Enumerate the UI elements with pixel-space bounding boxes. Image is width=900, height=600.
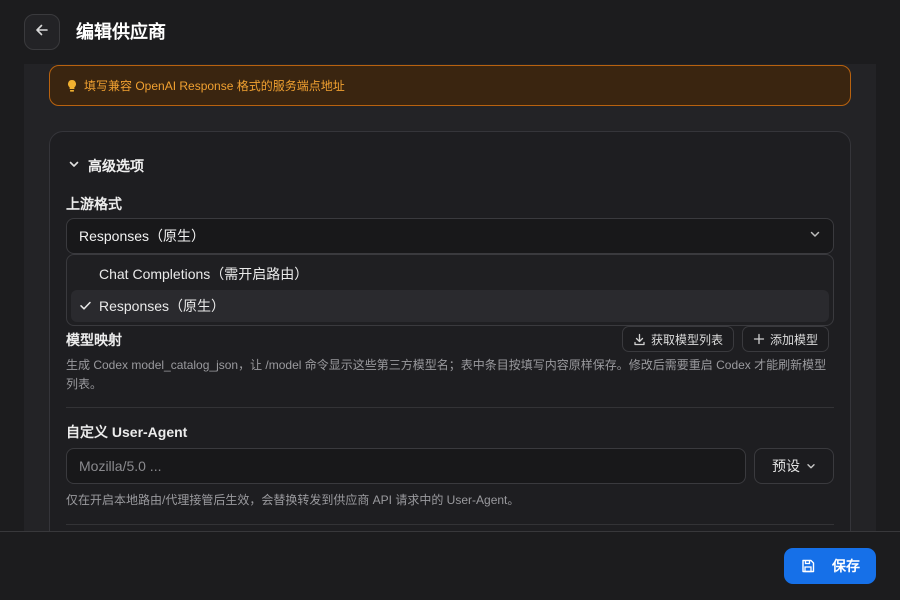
hint-text: 填写兼容 OpenAI Response 格式的服务端点地址 [84, 79, 345, 93]
download-icon [633, 333, 646, 346]
option-responses[interactable]: Responses（原生） [71, 290, 829, 322]
chevron-down-icon [68, 157, 80, 175]
user-agent-input[interactable] [66, 448, 746, 484]
add-model-label: 添加模型 [770, 332, 819, 347]
advanced-options-card: 高级选项 上游格式 Responses（原生） Chat Completions… [49, 131, 851, 532]
upstream-format-select[interactable]: Responses（原生） [66, 218, 834, 254]
arrow-left-icon [35, 23, 49, 42]
lightbulb-icon [66, 79, 78, 93]
page-title: 编辑供应商 [76, 22, 166, 42]
check-icon [79, 299, 92, 312]
preset-label: 预设 [772, 458, 800, 474]
chevron-down-icon [809, 227, 821, 245]
model-mapping-label: 模型映射 [66, 332, 122, 348]
preset-dropdown-button[interactable]: 预设 [754, 448, 834, 484]
save-label: 保存 [832, 558, 860, 574]
add-model-button[interactable]: 添加模型 [742, 326, 830, 352]
endpoint-hint: 填写兼容 OpenAI Response 格式的服务端点地址 [49, 65, 851, 106]
advanced-options-label: 高级选项 [88, 158, 144, 174]
user-agent-label: 自定义 User-Agent [66, 424, 188, 440]
plus-icon [753, 333, 765, 345]
advanced-options-toggle[interactable]: 高级选项 [68, 156, 144, 176]
upstream-format-label: 上游格式 [66, 196, 122, 212]
divider [66, 524, 834, 525]
chevron-down-icon [806, 461, 816, 471]
option-label: Responses（原生） [99, 298, 226, 314]
footer: 保存 [0, 531, 900, 600]
option-label: Chat Completions（需开启路由） [99, 266, 309, 282]
option-chat-completions[interactable]: Chat Completions（需开启路由） [71, 258, 829, 290]
save-icon [800, 558, 816, 574]
user-agent-description: 仅在开启本地路由/代理接管后生效，会替换转发到供应商 API 请求中的 User… [66, 493, 520, 507]
header: 编辑供应商 [0, 0, 900, 64]
form-content[interactable]: 填写兼容 OpenAI Response 格式的服务端点地址 高级选项 上游格式… [24, 64, 876, 532]
fetch-models-label: 获取模型列表 [651, 332, 724, 347]
back-button[interactable] [24, 14, 60, 50]
fetch-models-button[interactable]: 获取模型列表 [622, 326, 735, 352]
model-mapping-description: 生成 Codex model_catalog_json，让 /model 命令显… [66, 358, 827, 391]
upstream-format-value: Responses（原生） [79, 228, 206, 244]
save-button[interactable]: 保存 [784, 548, 876, 584]
divider [66, 407, 834, 408]
upstream-format-dropdown: Chat Completions（需开启路由） Responses（原生） [66, 254, 834, 326]
